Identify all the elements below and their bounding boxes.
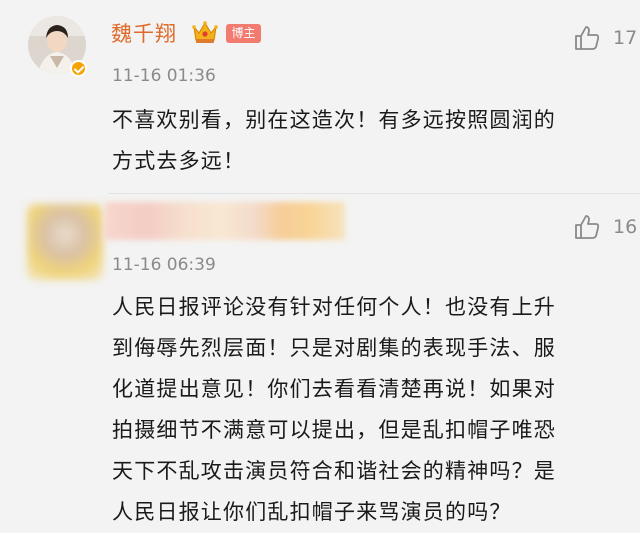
avatar-blurred[interactable] <box>27 204 103 280</box>
like-count: 16 <box>613 216 638 238</box>
text-line: 人民日报让你们乱扣帽子来骂演员的吗？ <box>112 500 512 524</box>
crown-icon <box>192 21 218 43</box>
text-line: 拍摄细节不满意可以提出，但是乱扣帽子唯恐 <box>112 418 556 442</box>
text-line: 天下不乱攻击演员符合和谐社会的精神吗？是 <box>112 459 556 483</box>
username[interactable]: 魏千翔 <box>111 18 177 48</box>
text-line: 到侮辱先烈层面！只是对剧集的表现手法、服 <box>112 336 556 360</box>
comment-2: 11-16 06:39 16 人民日报评论没有针对任何个人！也没有上升 到侮辱先… <box>0 193 640 524</box>
like-button[interactable]: 16 <box>573 213 637 241</box>
text-line: 方式去多远！ <box>112 149 246 173</box>
comment-text: 人民日报评论没有针对任何个人！也没有上升 到侮辱先烈层面！只是对剧集的表现手法、… <box>112 287 637 533</box>
text-line: 不喜欢别看，别在这造次！有多远按照圆润的 <box>112 108 556 132</box>
text-line: 人民日报评论没有针对任何个人！也没有上升 <box>112 295 556 319</box>
text-line: 化道提出意见！你们去看看清楚再说！如果对 <box>112 377 556 401</box>
host-badge: 博主 <box>226 24 261 43</box>
timestamp: 11-16 06:39 <box>112 255 216 275</box>
comment-1: 魏千翔 博主 11-16 01:36 17 不喜欢别看，别在这造次！有多远按照圆… <box>0 0 640 193</box>
username-blurred[interactable] <box>105 202 345 240</box>
timestamp: 11-16 01:36 <box>112 66 216 86</box>
like-button[interactable]: 17 <box>573 24 637 52</box>
like-count: 17 <box>613 27 638 49</box>
thumbs-up-icon <box>575 26 600 50</box>
verified-badge-icon <box>70 60 87 77</box>
comment-text: 不喜欢别看，别在这造次！有多远按照圆润的 方式去多远！ <box>112 100 637 182</box>
thumbs-up-icon <box>575 215 600 239</box>
